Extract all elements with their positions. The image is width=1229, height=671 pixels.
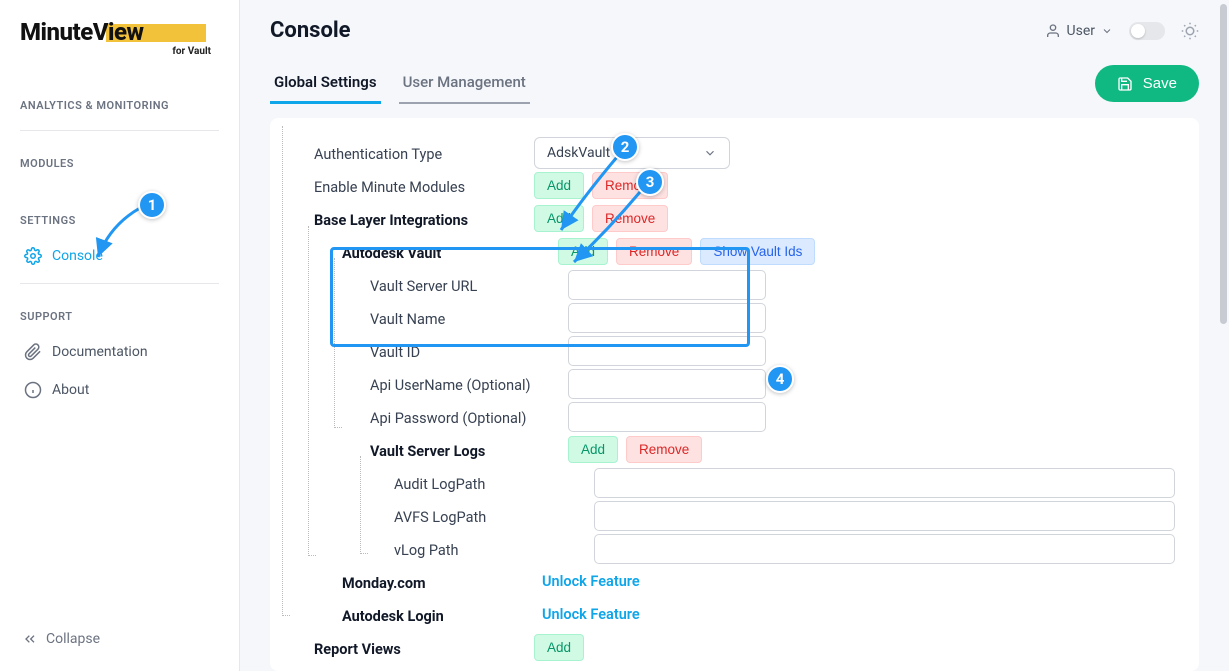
api-username-input[interactable]: [568, 369, 766, 399]
page-title: Console: [270, 18, 351, 43]
tab-global-settings[interactable]: Global Settings: [270, 63, 381, 104]
label-report-views: Report Views: [314, 637, 534, 658]
sidebar-section-modules: MODULES: [20, 157, 219, 170]
label-vault-server-url: Vault Server URL: [370, 274, 568, 295]
label-vault-id: Vault ID: [370, 340, 568, 361]
toggle-knob: [1131, 24, 1145, 38]
user-label: User: [1067, 23, 1095, 39]
sidebar-item-console[interactable]: Console: [20, 237, 219, 275]
vault-remove-button[interactable]: Remove: [616, 238, 692, 265]
sun-icon[interactable]: [1181, 22, 1199, 40]
label-vault-server-logs: Vault Server Logs: [370, 439, 568, 460]
logo: MinuteView for Vault: [20, 18, 219, 57]
user-menu[interactable]: User: [1045, 23, 1113, 39]
save-button[interactable]: Save: [1095, 65, 1199, 102]
sidebar-section-settings: SETTINGS: [20, 214, 219, 227]
show-vault-ids-button[interactable]: Show Vault Ids: [700, 238, 815, 265]
topbar: Console User: [240, 0, 1229, 53]
row-vault-server-logs: Vault Server Logs Add Remove: [294, 433, 1175, 466]
baselayer-add-button[interactable]: Add: [534, 205, 584, 232]
row-vault-id: Vault ID: [294, 334, 1175, 367]
row-audit-logpath: Audit LogPath: [294, 466, 1175, 499]
sidebar-item-documentation[interactable]: Documentation: [20, 333, 219, 371]
api-password-input[interactable]: [568, 402, 766, 432]
collapse-button[interactable]: Collapse: [20, 625, 219, 653]
audit-logpath-input[interactable]: [594, 468, 1175, 498]
row-report-views: Report Views Add: [294, 631, 1175, 664]
row-autodesk-vault: Autodesk Vault Add Remove Show Vault Ids: [294, 235, 1175, 268]
chevron-down-icon: [1101, 25, 1113, 37]
sidebar-item-label: Console: [52, 248, 103, 264]
sidebar-item-label: About: [52, 382, 89, 398]
modules-add-button[interactable]: Add: [534, 172, 584, 199]
paperclip-icon: [24, 343, 42, 361]
auth-type-select[interactable]: AdskVault: [534, 137, 730, 169]
tabs: Global Settings User Management: [270, 63, 548, 104]
modules-remove-button[interactable]: Remove: [592, 172, 668, 199]
logo-text-view: View: [93, 18, 144, 46]
row-auth-type: Authentication Type AdskVault: [294, 136, 1175, 169]
vault-name-input[interactable]: [568, 303, 766, 333]
label-auth-type: Authentication Type: [314, 142, 534, 163]
report-views-add-button[interactable]: Add: [534, 634, 584, 661]
label-audit-logpath: Audit LogPath: [394, 472, 594, 493]
row-base-layer: Base Layer Integrations Add Remove: [294, 202, 1175, 235]
tab-user-management[interactable]: User Management: [399, 63, 530, 104]
divider: [20, 283, 219, 284]
row-api-password: Api Password (Optional): [294, 400, 1175, 433]
sidebar-item-about[interactable]: About: [20, 371, 219, 409]
row-vault-name: Vault Name: [294, 301, 1175, 334]
label-avfs-logpath: AVFS LogPath: [394, 505, 594, 526]
label-vlog-path: vLog Path: [394, 538, 594, 559]
save-icon: [1117, 76, 1133, 92]
vault-id-input[interactable]: [568, 336, 766, 366]
row-api-username: Api UserName (Optional): [294, 367, 1175, 400]
row-monday: Monday.com Unlock Feature: [294, 565, 1175, 598]
label-monday: Monday.com: [342, 571, 532, 592]
label-vault-name: Vault Name: [370, 307, 568, 328]
chevron-down-icon: [703, 146, 717, 160]
sidebar-section-analytics: ANALYTICS & MONITORING: [20, 99, 219, 112]
vlog-path-input[interactable]: [594, 534, 1175, 564]
logo-text-minute: Minute: [20, 18, 93, 46]
baselayer-remove-button[interactable]: Remove: [592, 205, 668, 232]
row-vlog-path: vLog Path: [294, 532, 1175, 565]
save-label: Save: [1143, 75, 1177, 92]
label-autodesk-vault: Autodesk Vault: [342, 241, 532, 262]
sidebar: MinuteView for Vault ANALYTICS & MONITOR…: [0, 0, 240, 671]
sidebar-item-label: Documentation: [52, 344, 148, 360]
autodesk-login-unlock-link[interactable]: Unlock Feature: [542, 606, 640, 623]
chevron-double-left-icon: [22, 631, 38, 647]
monday-unlock-link[interactable]: Unlock Feature: [542, 573, 640, 590]
logs-add-button[interactable]: Add: [568, 436, 618, 463]
label-api-password: Api Password (Optional): [370, 406, 568, 427]
user-icon: [1045, 23, 1061, 39]
vault-server-url-input[interactable]: [568, 270, 766, 300]
label-base-layer: Base Layer Integrations: [314, 208, 534, 229]
logs-remove-button[interactable]: Remove: [626, 436, 702, 463]
auth-type-value: AdskVault: [547, 145, 610, 161]
main: Console User: [240, 0, 1229, 671]
label-enable-modules: Enable Minute Modules: [314, 175, 534, 196]
scrollbar-thumb[interactable]: [1220, 4, 1227, 324]
label-api-username: Api UserName (Optional): [370, 373, 568, 394]
vault-add-button[interactable]: Add: [558, 238, 608, 265]
avfs-logpath-input[interactable]: [594, 501, 1175, 531]
label-autodesk-login: Autodesk Login: [342, 604, 532, 625]
divider: [20, 130, 219, 131]
gear-icon: [24, 247, 42, 265]
theme-toggle[interactable]: [1129, 22, 1165, 40]
info-icon: [24, 381, 42, 399]
collapse-label: Collapse: [46, 631, 100, 647]
row-autodesk-login: Autodesk Login Unlock Feature: [294, 598, 1175, 631]
row-avfs-logpath: AVFS LogPath: [294, 499, 1175, 532]
row-enable-modules: Enable Minute Modules Add Remove: [294, 169, 1175, 202]
content-panel: Authentication Type AdskVault Enable Min…: [270, 118, 1199, 671]
row-vault-server-url: Vault Server URL: [294, 268, 1175, 301]
subheader: Global Settings User Management Save: [240, 53, 1229, 104]
sidebar-section-support: SUPPORT: [20, 310, 219, 323]
